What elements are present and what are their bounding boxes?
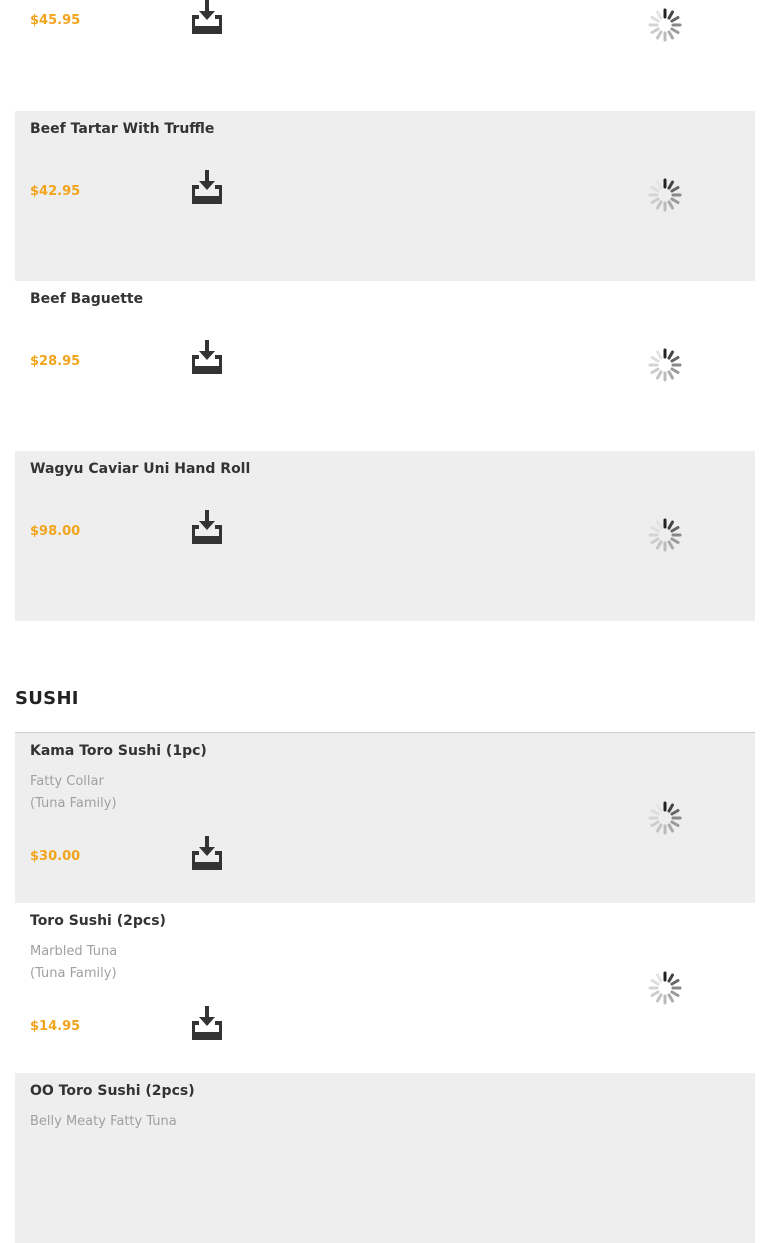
add-to-cart-button[interactable] xyxy=(191,338,223,374)
add-to-cart-tray-icon xyxy=(192,510,222,544)
add-to-cart-tray-icon xyxy=(192,836,222,870)
item-price: $30.00 xyxy=(30,849,81,864)
item-description-line: Fatty Collar xyxy=(30,774,104,789)
item-price: $98.00 xyxy=(30,524,81,539)
item-title: Beef Baguette xyxy=(30,291,144,307)
loading-spinner-icon xyxy=(648,518,682,552)
menu-item: OO Toro Sushi (2pcs) Belly Meaty Fatty T… xyxy=(15,1073,755,1243)
add-to-cart-button[interactable] xyxy=(191,0,223,34)
add-to-cart-tray-icon xyxy=(192,0,222,34)
add-to-cart-tray-icon xyxy=(192,340,222,374)
item-description: Fatty Collar (Tuna Family) xyxy=(30,771,117,815)
item-price: $14.95 xyxy=(30,1019,81,1034)
menu-item: $45.95 xyxy=(15,0,755,110)
add-to-cart-button[interactable] xyxy=(191,1004,223,1040)
loading-spinner-icon xyxy=(648,178,682,212)
item-title: Wagyu Caviar Uni Hand Roll xyxy=(30,461,251,477)
add-to-cart-tray-icon xyxy=(192,1006,222,1040)
menu-item: Toro Sushi (2pcs) Marbled Tuna (Tuna Fam… xyxy=(15,903,755,1073)
item-title: Beef Tartar With Truffle xyxy=(30,121,215,137)
menu-item: Beef Baguette $28.95 xyxy=(15,281,755,451)
item-title: OO Toro Sushi (2pcs) xyxy=(30,1083,195,1099)
item-description-line: (Tuna Family) xyxy=(30,796,117,811)
item-description-line: Belly Meaty Fatty Tuna xyxy=(30,1114,177,1129)
add-to-cart-button[interactable] xyxy=(191,508,223,544)
item-title: Toro Sushi (2pcs) xyxy=(30,913,166,929)
menu-item: Kama Toro Sushi (1pc) Fatty Collar (Tuna… xyxy=(15,733,755,903)
item-description: Marbled Tuna (Tuna Family) xyxy=(30,941,117,985)
item-price: $45.95 xyxy=(30,13,81,28)
section-title: SUSHI xyxy=(15,688,79,709)
item-description-line: (Tuna Family) xyxy=(30,966,117,981)
add-to-cart-tray-icon xyxy=(192,170,222,204)
loading-spinner-icon xyxy=(648,8,682,42)
add-to-cart-button[interactable] xyxy=(191,168,223,204)
loading-spinner-icon xyxy=(648,348,682,382)
item-price: $42.95 xyxy=(30,184,81,199)
menu-item: Wagyu Caviar Uni Hand Roll $98.00 xyxy=(15,451,755,621)
item-description: Belly Meaty Fatty Tuna xyxy=(30,1111,177,1133)
add-to-cart-button[interactable] xyxy=(191,834,223,870)
loading-spinner-icon xyxy=(648,801,682,835)
item-title: Kama Toro Sushi (1pc) xyxy=(30,743,207,759)
loading-spinner-icon xyxy=(648,971,682,1005)
menu-item: Beef Tartar With Truffle $42.95 xyxy=(15,111,755,281)
item-price: $28.95 xyxy=(30,354,81,369)
item-description-line: Marbled Tuna xyxy=(30,944,118,959)
